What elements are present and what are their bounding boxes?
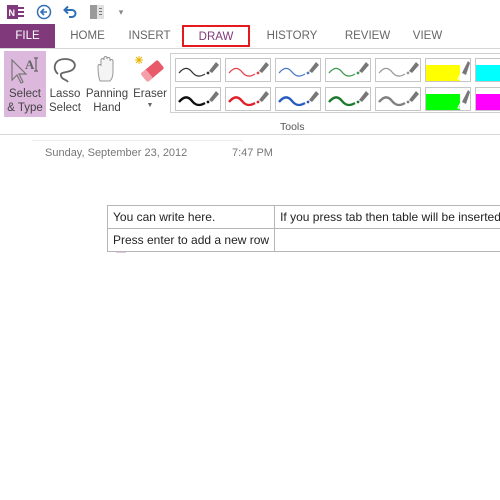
svg-text:A: A — [25, 57, 35, 72]
pen-swatch[interactable] — [375, 58, 421, 82]
pen-swatch[interactable] — [225, 58, 271, 82]
tab-review[interactable]: REVIEW — [340, 24, 395, 48]
pen-swatch[interactable] — [275, 87, 321, 111]
page-date: Sunday, September 23, 2012 — [45, 147, 188, 159]
highlighter-swatch[interactable] — [475, 58, 500, 82]
draw-ribbon: A Select & Type Lasso Select Panning Han… — [0, 48, 500, 135]
panning-hand-label-2: Hand — [93, 102, 121, 114]
onenote-window: N ▾ FILE HOME INSERT DRAW HISTORY REVIEW… — [0, 0, 500, 500]
pen-gallery — [170, 53, 500, 113]
text-cursor-mark — [116, 252, 126, 253]
lasso-icon — [46, 51, 84, 87]
customize-toolbar-icon[interactable]: ▾ — [116, 3, 126, 21]
pen-swatch[interactable] — [225, 87, 271, 111]
eraser-dropdown-icon[interactable]: ▼ — [130, 101, 170, 111]
svg-text:N: N — [9, 8, 16, 18]
panning-hand-label-1: Panning — [85, 88, 129, 100]
pen-swatch[interactable] — [175, 87, 221, 111]
select-type-label-1: Select — [9, 88, 41, 100]
pen-swatch[interactable] — [325, 58, 371, 82]
pen-swatch[interactable] — [325, 87, 371, 111]
tools-group-label: Tools — [280, 121, 305, 133]
tab-view[interactable]: VIEW — [405, 24, 450, 48]
page-time: 7:47 PM — [232, 147, 273, 159]
tab-history[interactable]: HISTORY — [262, 24, 322, 48]
undo-icon[interactable] — [62, 3, 78, 21]
ribbon-tabs: FILE HOME INSERT DRAW HISTORY REVIEW VIE… — [0, 24, 500, 48]
eraser-label: Eraser — [133, 88, 167, 100]
quick-access-toolbar: N ▾ — [0, 0, 500, 24]
table-cell[interactable] — [274, 228, 500, 252]
highlighter-swatch[interactable] — [425, 87, 471, 111]
select-type-icon: A — [4, 51, 46, 87]
note-table: You can write here. If you press tab the… — [106, 205, 500, 252]
tab-insert[interactable]: INSERT — [122, 24, 177, 48]
lasso-select-label-2: Select — [49, 102, 81, 114]
pen-swatch[interactable] — [275, 58, 321, 82]
dock-to-desktop-icon[interactable] — [89, 3, 105, 21]
page-title-line[interactable] — [32, 140, 242, 141]
eraser-icon — [130, 51, 170, 87]
back-arrow-icon[interactable] — [36, 3, 52, 21]
pen-swatch[interactable] — [375, 87, 421, 111]
panning-hand-button[interactable]: Panning Hand — [84, 51, 130, 117]
onenote-icon[interactable]: N — [7, 3, 25, 21]
lasso-select-label-1: Lasso — [49, 88, 81, 100]
table-cell[interactable]: If you press tab then table will be inse… — [274, 205, 500, 229]
highlighter-swatch[interactable] — [475, 87, 500, 111]
pen-swatch[interactable] — [175, 58, 221, 82]
select-type-label-2: & Type — [7, 102, 43, 114]
table-row: Press enter to add a new row — [106, 228, 500, 252]
eraser-button[interactable]: Eraser ▼ — [130, 51, 170, 117]
hand-icon — [84, 51, 130, 87]
table-cell[interactable]: Press enter to add a new row — [106, 228, 276, 252]
lasso-select-button[interactable]: Lasso Select — [46, 51, 84, 117]
select-type-button[interactable]: A Select & Type — [4, 51, 46, 117]
table-row: You can write here. If you press tab the… — [106, 205, 500, 229]
tab-draw[interactable]: DRAW — [182, 25, 250, 47]
tab-home[interactable]: HOME — [60, 24, 115, 48]
tab-file[interactable]: FILE — [0, 24, 55, 48]
table-cell[interactable]: You can write here. — [106, 205, 276, 229]
highlighter-swatch[interactable] — [425, 58, 471, 82]
